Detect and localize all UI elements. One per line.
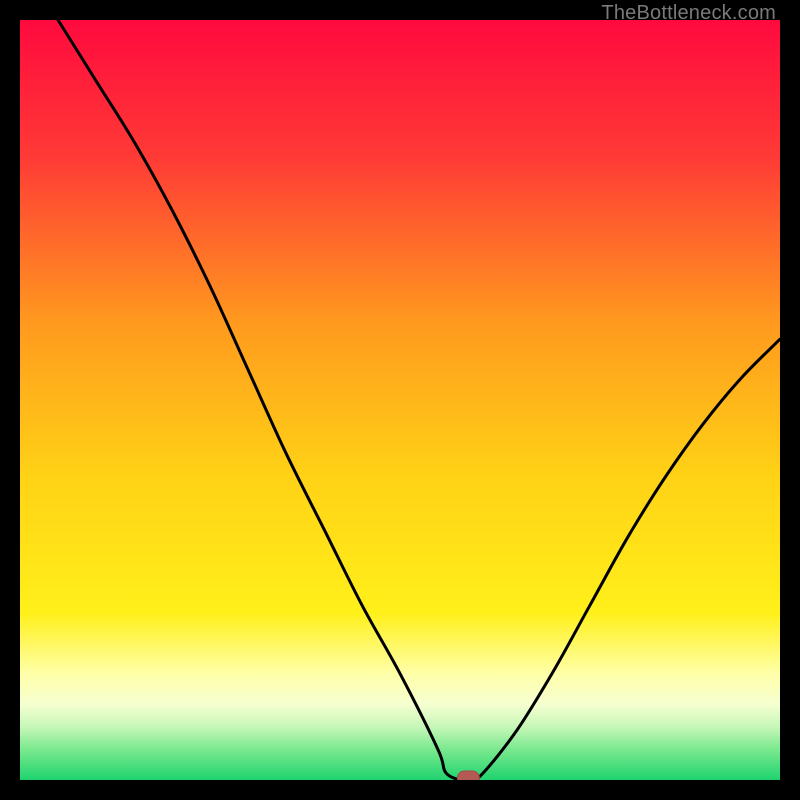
gradient-background (20, 20, 780, 780)
bottleneck-chart (20, 20, 780, 780)
chart-frame (20, 20, 780, 780)
watermark-text: TheBottleneck.com (601, 2, 776, 25)
optimal-point-marker (457, 771, 479, 780)
